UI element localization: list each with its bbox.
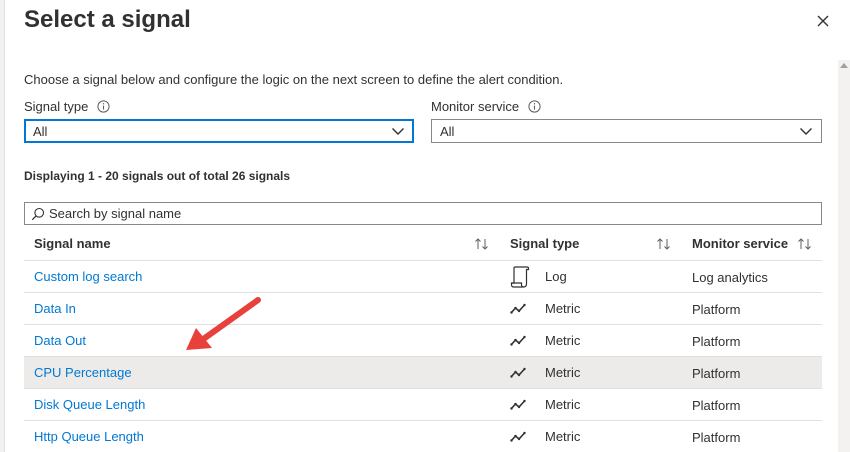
vertical-scrollbar[interactable] (838, 60, 850, 452)
info-icon[interactable] (97, 100, 110, 113)
signal-type-cell: Metric (545, 365, 581, 380)
sort-icon[interactable] (797, 237, 813, 251)
metric-line-icon (510, 365, 526, 381)
table-row[interactable]: Http Queue Length Metric Platform (24, 421, 822, 452)
search-icon (31, 207, 45, 221)
page-title: Select a signal (24, 6, 191, 33)
scroll-up-arrow-icon[interactable] (840, 63, 848, 68)
signal-type-label-text: Signal type (24, 99, 89, 114)
monitor-service-label-text: Monitor service (431, 99, 520, 114)
monitor-service-value: All (440, 123, 455, 139)
signal-type-cell: Log (545, 269, 567, 284)
signal-name-link[interactable]: Data Out (34, 333, 86, 348)
monitor-service-label: Monitor service (431, 99, 541, 114)
monitor-service-cell: Platform (692, 430, 741, 445)
signal-name-link[interactable]: Disk Queue Length (34, 397, 145, 412)
signal-type-cell: Metric (545, 301, 581, 316)
table-row[interactable]: Data Out Metric Platform (24, 325, 822, 357)
table-row-selected[interactable]: CPU Percentage Metric Platform (24, 357, 822, 389)
log-scroll-icon (510, 265, 530, 289)
signal-name-link[interactable]: Data In (34, 301, 76, 316)
signal-name-link[interactable]: Http Queue Length (34, 429, 144, 444)
metric-line-icon (510, 301, 526, 317)
search-box[interactable] (24, 202, 822, 225)
metric-line-icon (510, 397, 526, 413)
signal-name-link[interactable]: Custom log search (34, 269, 142, 284)
sort-icon[interactable] (474, 237, 490, 251)
signal-type-value: All (33, 123, 48, 139)
signal-type-dropdown[interactable]: All (24, 119, 414, 143)
signal-type-cell: Metric (545, 333, 581, 348)
chevron-down-icon (391, 125, 405, 137)
table-row[interactable]: Custom log search Log Log analytics (24, 261, 822, 293)
monitor-service-cell: Log analytics (692, 270, 768, 285)
signal-type-cell: Metric (545, 397, 581, 412)
signals-table: Signal name Signal type Monitor service … (24, 228, 822, 452)
signal-type-label: Signal type (24, 99, 110, 114)
signal-name-link[interactable]: CPU Percentage (34, 365, 132, 380)
column-header-signal-type[interactable]: Signal type (510, 236, 579, 251)
info-icon[interactable] (528, 100, 541, 113)
monitor-service-cell: Platform (692, 398, 741, 413)
close-icon[interactable] (812, 10, 834, 32)
column-header-signal-name[interactable]: Signal name (34, 236, 111, 251)
results-count: Displaying 1 - 20 signals out of total 2… (24, 169, 291, 183)
monitor-service-cell: Platform (692, 366, 741, 381)
sort-icon[interactable] (656, 237, 672, 251)
metric-line-icon (510, 333, 526, 349)
monitor-service-dropdown[interactable]: All (431, 119, 822, 143)
panel-left-edge (0, 0, 5, 452)
table-row[interactable]: Disk Queue Length Metric Platform (24, 389, 822, 421)
metric-line-icon (510, 429, 526, 445)
search-input[interactable] (49, 206, 749, 221)
table-header: Signal name Signal type Monitor service (24, 228, 822, 261)
table-row[interactable]: Data In Metric Platform (24, 293, 822, 325)
chevron-down-icon (799, 125, 813, 137)
monitor-service-cell: Platform (692, 334, 741, 349)
annotation-arrow-icon (180, 292, 270, 356)
description-text: Choose a signal below and configure the … (24, 72, 564, 87)
column-header-monitor-service[interactable]: Monitor service (692, 236, 788, 251)
monitor-service-cell: Platform (692, 302, 741, 317)
signal-type-cell: Metric (545, 429, 581, 444)
